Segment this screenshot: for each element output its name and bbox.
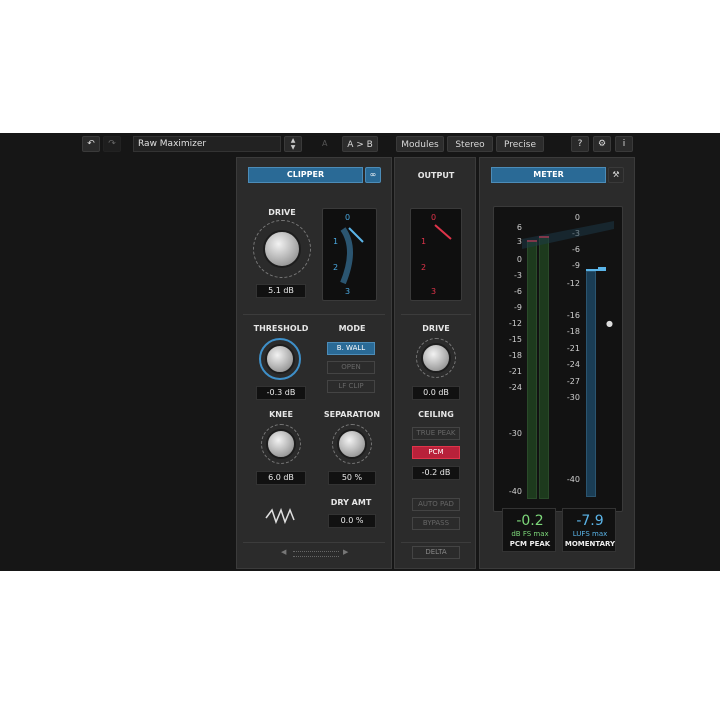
- true-peak-button[interactable]: TRUE PEAK: [412, 427, 460, 440]
- scope-curve: [340, 227, 364, 285]
- output-drive-value[interactable]: 0.0 dB: [412, 386, 460, 400]
- ceiling-value[interactable]: -0.2 dB: [412, 466, 460, 480]
- ab-toggle[interactable]: A: [322, 136, 327, 152]
- lufs-readout: -7.9 LUFS max MOMENTARY: [562, 508, 616, 552]
- knee-label: KNEE: [269, 410, 293, 419]
- lufs-label: MOMENTARY: [564, 540, 616, 548]
- output-drive-knob[interactable]: [421, 343, 451, 373]
- meter-gradient: [522, 221, 614, 249]
- output-scope: 0 1 2 3: [410, 208, 462, 301]
- scroll-handle[interactable]: [293, 551, 339, 557]
- help-button[interactable]: ?: [571, 136, 589, 152]
- drive-label: DRIVE: [268, 208, 296, 217]
- meter-display: 630-3-6-9-12-15-18-21-24-30-40 0-3-6-9-1…: [493, 206, 623, 512]
- toolbar: ↶ ↷ Raw Maximizer ▲ ▼ A A > B Modules St…: [0, 133, 720, 155]
- lufs-unit: LUFS max: [572, 530, 608, 538]
- clipper-panel: CLIPPER ∞ DRIVE 5.1 dB 0 1 2 3 THRESHOLD…: [236, 157, 392, 569]
- undo-icon[interactable]: ↶: [82, 136, 100, 152]
- chevron-down-icon[interactable]: ▼: [285, 144, 301, 151]
- peak-unit: dB FS max: [511, 530, 549, 538]
- dry-amt-label: DRY AMT: [330, 498, 372, 507]
- preset-field[interactable]: Raw Maximizer: [133, 136, 281, 152]
- peak-value: -0.2: [516, 513, 544, 529]
- dry-amt-value[interactable]: 0.0 %: [328, 514, 376, 528]
- lufs-hold: [586, 269, 598, 271]
- mode-lfclip-button[interactable]: LF CLIP: [327, 380, 375, 393]
- drive-value[interactable]: 5.1 dB: [256, 284, 306, 298]
- gear-icon[interactable]: ⚙: [593, 136, 611, 152]
- precise-button[interactable]: Precise: [496, 136, 544, 152]
- lufs-meter: [586, 271, 596, 497]
- output-panel: OUTPUT 0 1 2 3 DRIVE 0.0 dB CEILING TRUE…: [394, 157, 476, 569]
- lufs-target-marker[interactable]: [598, 267, 606, 271]
- scroll-right-icon[interactable]: ▶: [343, 548, 348, 556]
- separation-label: SEPARATION: [323, 410, 381, 419]
- clipper-header[interactable]: CLIPPER: [248, 167, 363, 183]
- lufs-value: -7.9: [576, 513, 604, 529]
- scroll-left-icon[interactable]: ◀: [281, 548, 286, 556]
- output-scope-curve: [434, 224, 452, 240]
- meter-header[interactable]: METER: [491, 167, 606, 183]
- meter-cursor: ●: [606, 319, 613, 328]
- output-drive-label: DRIVE: [422, 324, 450, 333]
- clipper-scope: 0 1 2 3: [322, 208, 377, 301]
- redo-icon[interactable]: ↷: [103, 136, 121, 152]
- pcm-button[interactable]: PCM: [412, 446, 460, 459]
- threshold-value[interactable]: -0.3 dB: [256, 386, 306, 400]
- link-icon[interactable]: ∞: [365, 167, 381, 183]
- plugin-window: ↶ ↷ Raw Maximizer ▲ ▼ A A > B Modules St…: [0, 133, 720, 571]
- preset-stepper[interactable]: ▲ ▼: [284, 136, 302, 152]
- knee-value[interactable]: 6.0 dB: [256, 471, 306, 485]
- chevron-up-icon[interactable]: ▲: [285, 137, 301, 144]
- waveform-icon[interactable]: [264, 506, 298, 526]
- knee-knob[interactable]: [266, 429, 296, 459]
- wrench-icon[interactable]: ⚒: [608, 167, 624, 183]
- peak-label: PCM PEAK: [509, 540, 551, 548]
- bypass-button[interactable]: BYPASS: [412, 517, 460, 530]
- divider: [401, 542, 471, 543]
- meter-panel: METER ⚒ 6 3 0 -3 -6 -9 -12 -15 -18 -21 -24 -30 -40 0…: [479, 157, 635, 569]
- separation-knob[interactable]: [337, 429, 367, 459]
- threshold-label: THRESHOLD: [253, 324, 309, 333]
- a-to-b-button[interactable]: A > B: [342, 136, 378, 152]
- output-header: OUTPUT: [417, 171, 455, 180]
- divider: [243, 542, 385, 543]
- modules-button[interactable]: Modules: [396, 136, 444, 152]
- mode-open-button[interactable]: OPEN: [327, 361, 375, 374]
- info-button[interactable]: i: [615, 136, 633, 152]
- delta-button[interactable]: DELTA: [412, 546, 460, 559]
- mode-bwall-button[interactable]: B. WALL: [327, 342, 375, 355]
- divider: [243, 314, 385, 315]
- ceiling-label: CEILING: [418, 410, 454, 419]
- drive-knob[interactable]: [263, 230, 301, 268]
- threshold-knob[interactable]: [265, 344, 295, 374]
- separation-value[interactable]: 50 %: [328, 471, 376, 485]
- auto-pad-button[interactable]: AUTO PAD: [412, 498, 460, 511]
- pcm-peak-readout: -0.2 dB FS max PCM PEAK: [502, 508, 556, 552]
- stereo-button[interactable]: Stereo: [447, 136, 493, 152]
- mode-label: MODE: [338, 324, 366, 333]
- divider: [401, 314, 471, 315]
